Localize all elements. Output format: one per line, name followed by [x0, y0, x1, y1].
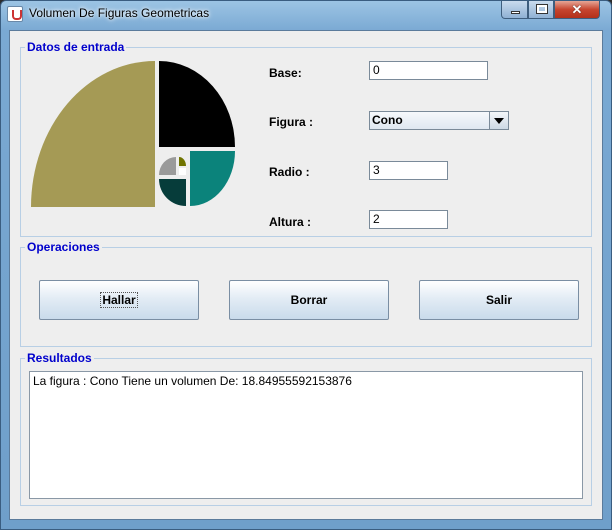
- input-group-legend: Datos de entrada: [25, 40, 127, 54]
- operations-group-legend: Operaciones: [25, 240, 102, 254]
- calculate-button-label: Hallar: [100, 292, 138, 308]
- results-textarea[interactable]: La figura : Cono Tiene un volumen De: 18…: [29, 371, 583, 499]
- input-group: Datos de entrada Base: 0 Figura : Cono R…: [20, 40, 592, 237]
- height-label: Altura :: [269, 215, 311, 229]
- calculate-button[interactable]: Hallar: [39, 280, 199, 320]
- fibonacci-logo-image: [31, 61, 235, 207]
- minimize-icon: [511, 11, 520, 14]
- chevron-down-icon[interactable]: [489, 112, 508, 129]
- radius-input[interactable]: 3: [369, 161, 448, 180]
- height-input[interactable]: 2: [369, 210, 448, 229]
- clear-button[interactable]: Borrar: [229, 280, 389, 320]
- figure-label: Figura :: [269, 115, 313, 129]
- operations-group: Operaciones Hallar Borrar Salir: [20, 240, 592, 347]
- title-bar[interactable]: Volumen De Figuras Geometricas ✕: [1, 1, 611, 27]
- exit-button[interactable]: Salir: [419, 280, 579, 320]
- maximize-button[interactable]: [528, 1, 554, 19]
- exit-button-label: Salir: [485, 293, 512, 307]
- content-panel: Datos de entrada Base: 0 Figura : Cono R…: [9, 30, 603, 520]
- close-button[interactable]: ✕: [554, 1, 600, 19]
- results-group-legend: Resultados: [25, 351, 94, 365]
- clear-button-label: Borrar: [290, 293, 328, 307]
- base-label: Base:: [269, 66, 302, 80]
- base-input[interactable]: 0: [369, 61, 488, 80]
- figure-select[interactable]: Cono: [369, 111, 509, 130]
- close-icon: ✕: [571, 2, 583, 17]
- figure-select-value: Cono: [372, 113, 403, 127]
- results-group: Resultados La figura : Cono Tiene un vol…: [20, 351, 592, 506]
- maximize-icon: [536, 4, 548, 14]
- java-app-icon: [7, 6, 23, 22]
- app-window: Volumen De Figuras Geometricas ✕ Datos d…: [0, 0, 612, 530]
- window-title: Volumen De Figuras Geometricas: [29, 6, 210, 20]
- minimize-button[interactable]: [501, 1, 528, 19]
- radius-label: Radio :: [269, 165, 310, 179]
